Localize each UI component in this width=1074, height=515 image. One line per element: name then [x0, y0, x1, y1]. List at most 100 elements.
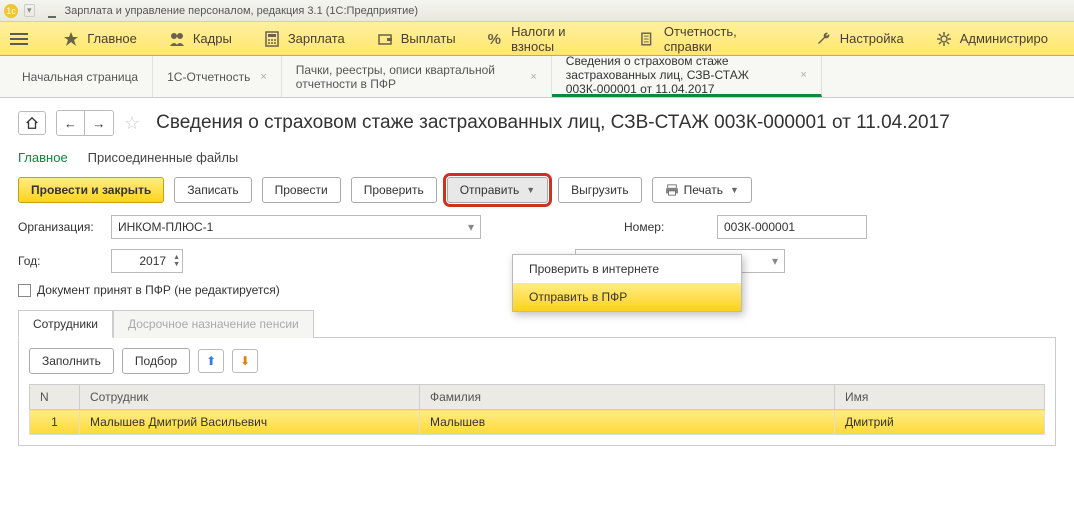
- move-down-button[interactable]: ⬇: [232, 349, 258, 373]
- menu-label: Главное: [87, 31, 137, 46]
- star-icon: [63, 31, 79, 47]
- accepted-label: Документ принят в ПФР (не редактируется): [37, 283, 280, 297]
- dropdown-item-send-pfr[interactable]: Отправить в ПФР: [513, 283, 741, 311]
- close-icon[interactable]: ×: [800, 69, 806, 81]
- menu-label: Выплаты: [401, 31, 456, 46]
- app-icon: 1c: [4, 4, 18, 18]
- window-titlebar: 1c ▾ Зарплата и управление персоналом, р…: [0, 0, 1074, 22]
- menu-kadry[interactable]: Кадры: [153, 22, 248, 56]
- button-label: Провести и закрыть: [31, 183, 151, 197]
- minimize-icon[interactable]: [45, 4, 59, 18]
- button-label: Проверить: [364, 183, 424, 197]
- menu-vyplaty[interactable]: Выплаты: [361, 22, 472, 56]
- number-label: Номер:: [624, 220, 709, 234]
- tab-szv-stazh[interactable]: Сведения о страховом стаже застрахованны…: [552, 56, 822, 97]
- nav-back-button[interactable]: ←: [57, 111, 85, 135]
- cell-lastname: Малышев: [420, 410, 835, 435]
- wrench-icon: [816, 31, 832, 47]
- wallet-icon: [377, 31, 393, 47]
- document-tabs: Начальная страница 1С-Отчетность × Пачки,…: [0, 56, 1074, 98]
- cell-employee: Малышев Дмитрий Васильевич: [80, 410, 420, 435]
- tab-label: Начальная страница: [22, 70, 138, 84]
- menu-label: Кадры: [193, 31, 232, 46]
- menu-label: Отчетность, справки: [664, 24, 784, 54]
- button-label: Печать: [684, 183, 723, 197]
- main-menubar: Главное Кадры Зарплата Выплаты % Налоги …: [0, 22, 1074, 56]
- col-header-employee[interactable]: Сотрудник: [80, 385, 420, 410]
- button-label: Отправить: [460, 183, 520, 197]
- move-up-button[interactable]: ⬆: [198, 349, 224, 373]
- calculator-icon: [264, 31, 280, 47]
- print-button[interactable]: Печать ▼: [652, 177, 752, 203]
- post-and-close-button[interactable]: Провести и закрыть: [18, 177, 164, 203]
- cell-n: 1: [30, 410, 80, 435]
- button-label: Подбор: [135, 354, 177, 368]
- table-row[interactable]: 1 Малышев Дмитрий Васильевич Малышев Дми…: [30, 410, 1045, 435]
- menu-label: Налоги и взносы: [511, 24, 608, 54]
- export-button[interactable]: Выгрузить: [558, 177, 642, 203]
- window-title: Зарплата и управление персоналом, редакц…: [65, 5, 418, 17]
- menu-nalogi[interactable]: % Налоги и взносы: [472, 22, 625, 56]
- accepted-checkbox[interactable]: [18, 284, 31, 297]
- org-input[interactable]: ИНКОМ-ПЛЮС-1 ▾: [111, 215, 481, 239]
- spinner-down-icon[interactable]: ▼: [173, 261, 180, 268]
- col-header-n[interactable]: N: [30, 385, 80, 410]
- printer-icon: [665, 184, 679, 196]
- col-header-firstname[interactable]: Имя: [835, 385, 1045, 410]
- send-button[interactable]: Отправить ▼: [447, 177, 548, 203]
- close-icon[interactable]: ×: [530, 71, 536, 83]
- check-button[interactable]: Проверить: [351, 177, 437, 203]
- menu-label: Зарплата: [288, 31, 345, 46]
- col-header-lastname[interactable]: Фамилия: [420, 385, 835, 410]
- chevron-down-icon[interactable]: ▾: [772, 254, 778, 268]
- input-value: 003К-000001: [724, 220, 795, 234]
- tab-label: 1С-Отчетность: [167, 70, 250, 84]
- input-value: 2017: [118, 254, 170, 268]
- subtab-main[interactable]: Главное: [18, 150, 68, 165]
- titlebar-dropdown-icon[interactable]: ▾: [24, 4, 35, 17]
- chevron-down-icon: ▼: [526, 185, 535, 195]
- chevron-down-icon: ▼: [730, 185, 739, 195]
- button-label: Записать: [187, 183, 238, 197]
- fill-button[interactable]: Заполнить: [29, 348, 114, 374]
- pick-button[interactable]: Подбор: [122, 348, 190, 374]
- menu-label: Администриро: [960, 31, 1048, 46]
- table-header-row: N Сотрудник Фамилия Имя: [30, 385, 1045, 410]
- year-spinner[interactable]: ▲▼: [173, 254, 180, 268]
- hamburger-icon[interactable]: [10, 27, 33, 51]
- cell-firstname: Дмитрий: [835, 410, 1045, 435]
- menu-main[interactable]: Главное: [47, 22, 153, 56]
- document-title: Сведения о страховом стаже застрахованны…: [156, 112, 950, 134]
- tab-label: Сведения о страховом стаже застрахованны…: [566, 54, 791, 96]
- post-button[interactable]: Провести: [262, 177, 341, 203]
- arrow-up-icon: ⬆: [206, 354, 216, 368]
- year-input[interactable]: 2017 ▲▼: [111, 249, 183, 273]
- menu-otchetnost[interactable]: Отчетность, справки: [624, 22, 799, 56]
- tab-1c-report[interactable]: 1С-Отчетность ×: [153, 56, 282, 97]
- year-label: Год:: [18, 254, 103, 268]
- tab-packs[interactable]: Пачки, реестры, описи квартальной отчетн…: [282, 56, 552, 97]
- tab-employees[interactable]: Сотрудники: [18, 310, 113, 338]
- tab-label: Пачки, реестры, описи квартальной отчетн…: [296, 63, 521, 91]
- favorite-star-icon[interactable]: ☆: [124, 113, 140, 134]
- spinner-up-icon[interactable]: ▲: [173, 254, 180, 261]
- people-icon: [169, 31, 185, 47]
- close-icon[interactable]: ×: [260, 71, 266, 83]
- menu-label: Настройка: [840, 31, 904, 46]
- number-input[interactable]: 003К-000001: [717, 215, 867, 239]
- input-value: ИНКОМ-ПЛЮС-1: [118, 220, 213, 234]
- button-label: Заполнить: [42, 354, 101, 368]
- chevron-down-icon[interactable]: ▾: [468, 220, 474, 234]
- tab-home[interactable]: Начальная страница: [8, 56, 153, 97]
- menu-zarplata[interactable]: Зарплата: [248, 22, 361, 56]
- percent-icon: %: [488, 31, 503, 47]
- button-label: Провести: [275, 183, 328, 197]
- home-button[interactable]: [18, 111, 46, 135]
- tab-early-pension[interactable]: Досрочное назначение пенсии: [113, 310, 314, 338]
- nav-forward-button[interactable]: →: [85, 111, 113, 135]
- menu-admin[interactable]: Администриро: [920, 22, 1064, 56]
- dropdown-item-check-online[interactable]: Проверить в интернете: [513, 255, 741, 283]
- save-button[interactable]: Записать: [174, 177, 251, 203]
- menu-nastroika[interactable]: Настройка: [800, 22, 920, 56]
- subtab-files[interactable]: Присоединенные файлы: [88, 150, 239, 165]
